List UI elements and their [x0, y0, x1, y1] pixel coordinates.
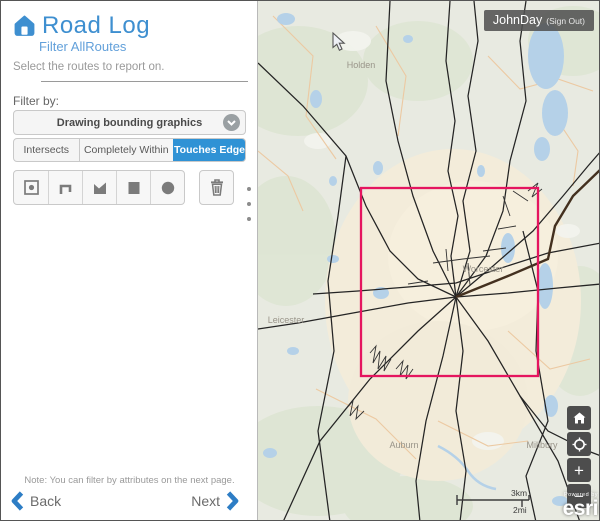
- esri-logo: esri: [563, 498, 598, 519]
- page-title: Road Log: [42, 12, 150, 40]
- rectangle-icon: [125, 179, 143, 197]
- draw-circle-tool[interactable]: [150, 171, 184, 204]
- next-button[interactable]: Next: [185, 491, 239, 511]
- back-button[interactable]: Back: [11, 491, 67, 511]
- instruction-text: Select the routes to report on.: [13, 61, 165, 73]
- filter-by-label: Filter by:: [13, 94, 59, 108]
- divider: [41, 81, 248, 82]
- mode-completely-within-button[interactable]: Completely Within: [79, 139, 174, 161]
- circle-icon: [159, 179, 177, 197]
- app-window: Road Log Filter AllRoutes Select the rou…: [0, 0, 600, 521]
- home-extent-button[interactable]: [567, 406, 591, 430]
- next-label: Next: [191, 493, 220, 509]
- user-sign-out-button[interactable]: JohnDay (Sign Out): [484, 10, 594, 31]
- draw-polygon-tool[interactable]: [82, 171, 116, 204]
- map-canvas[interactable]: Holden Worcester Leicester Auburn Millbu…: [258, 1, 600, 520]
- draw-tool-group: [13, 170, 185, 205]
- zoom-in-label: +: [574, 462, 584, 479]
- esri-attribution: Powered by esri: [563, 493, 598, 520]
- chevron-left-icon: [11, 491, 24, 511]
- locate-button[interactable]: [567, 432, 591, 456]
- home-icon: [13, 15, 36, 37]
- label-holden: Holden: [347, 60, 376, 70]
- map-home-icon: [573, 412, 586, 424]
- draw-rectangle-tool[interactable]: [116, 171, 150, 204]
- polygon-icon: [91, 179, 109, 197]
- chevron-right-icon: [226, 491, 239, 511]
- locate-icon: [572, 437, 587, 452]
- sidebar-panel: Road Log Filter AllRoutes Select the rou…: [1, 1, 258, 520]
- zoom-in-button[interactable]: +: [567, 458, 591, 482]
- scale-km-label: 3km: [511, 488, 527, 498]
- trash-icon: [207, 177, 227, 198]
- back-label: Back: [30, 493, 61, 509]
- footer-note: Note: You can filter by attributes on th…: [1, 475, 258, 486]
- dropdown-value: Drawing bounding graphics: [57, 117, 202, 129]
- label-auburn: Auburn: [389, 440, 418, 450]
- draw-polyline-tool[interactable]: [48, 171, 82, 204]
- mode-touches-edge-button[interactable]: Touches Edge: [173, 139, 245, 161]
- chevron-down-icon: [223, 114, 240, 131]
- point-icon: [22, 178, 41, 197]
- user-name: JohnDay: [493, 13, 542, 27]
- spatial-mode-group: Intersects Completely Within Touches Edg…: [13, 138, 246, 162]
- draw-point-tool[interactable]: [14, 171, 48, 204]
- delete-graphics-button[interactable]: [199, 170, 234, 205]
- label-leicester: Leicester: [268, 315, 305, 325]
- panel-resize-handle[interactable]: [244, 187, 254, 221]
- scale-mi-label: 2mi: [513, 505, 527, 515]
- page-subtitle: Filter AllRoutes: [39, 39, 126, 54]
- label-worcester: Worcester: [463, 264, 504, 274]
- polyline-icon: [57, 179, 75, 197]
- mode-intersects-button[interactable]: Intersects: [14, 139, 79, 161]
- scale-bar: 3km 2mi: [456, 487, 540, 515]
- app-header: Road Log: [13, 12, 150, 40]
- label-millbury: Millbury: [526, 440, 558, 450]
- sign-out-label: (Sign Out): [546, 16, 585, 26]
- map-container[interactable]: Holden Worcester Leicester Auburn Millbu…: [258, 1, 600, 520]
- filter-type-dropdown[interactable]: Drawing bounding graphics: [13, 110, 246, 135]
